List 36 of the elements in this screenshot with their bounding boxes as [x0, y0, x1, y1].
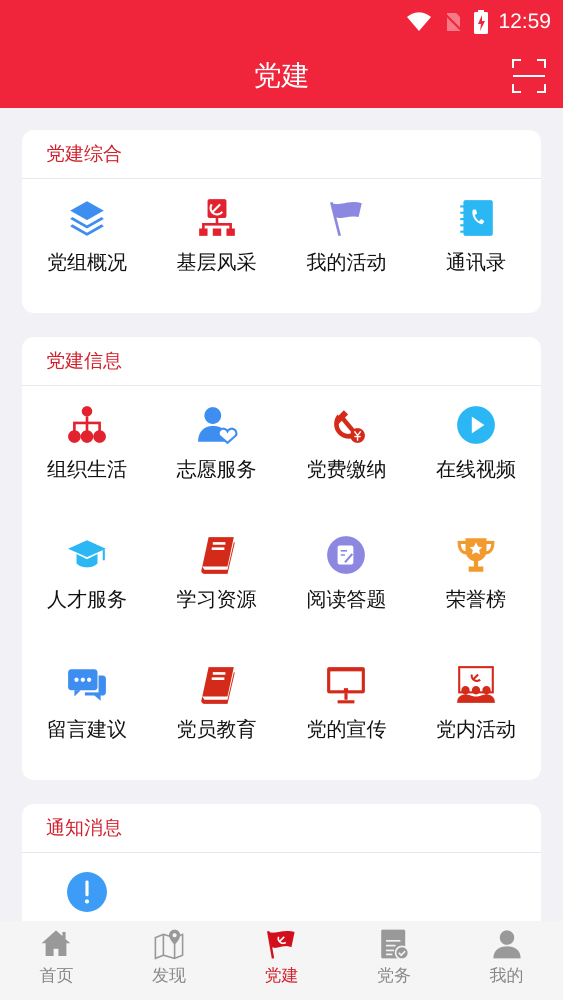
alert-icon [66, 871, 108, 913]
menu-item-label[interactable]: 通讯录 [446, 249, 506, 276]
battery-icon [474, 10, 488, 34]
section-title: 通知消息 [46, 816, 122, 841]
document-check-icon [378, 928, 410, 960]
status-time: 12:59 [498, 10, 551, 34]
page-title: 党建 [254, 58, 310, 94]
hierarchy-icon [66, 404, 108, 446]
menu-item-label[interactable]: 基层风采 [176, 249, 257, 276]
meeting-icon [455, 664, 498, 706]
menu-item-label[interactable]: 志愿服务 [176, 456, 257, 483]
wifi-icon [406, 12, 432, 32]
section-title: 党建信息 [46, 349, 122, 374]
menu-item-label[interactable]: 我的活动 [306, 249, 386, 276]
menu-item-label[interactable]: 党内活动 [436, 716, 516, 743]
menu-item-label[interactable]: 党费缴纳 [306, 456, 386, 483]
menu-item-label[interactable]: 阅读答题 [306, 586, 386, 613]
edit-icon [325, 534, 368, 576]
monitor-icon [325, 664, 368, 706]
menu-item-label[interactable]: 学习资源 [176, 586, 257, 613]
person-heart-icon [196, 404, 238, 446]
menu-item-label[interactable]: 党员教育 [176, 716, 257, 743]
play-icon [455, 404, 498, 446]
menu-item-label[interactable]: 党的宣传 [306, 716, 386, 743]
menu-item-label[interactable]: 党组概况 [46, 249, 127, 276]
scan-icon[interactable] [511, 58, 547, 94]
menu-item-label[interactable]: 在线视频 [436, 456, 516, 483]
menu-item-label[interactable]: 人才服务 [46, 586, 127, 613]
menu-item-label[interactable]: 组织生活 [46, 456, 127, 483]
nav-tab[interactable]: 党建 [225, 921, 338, 1000]
menu-item-label[interactable]: 荣誉榜 [446, 586, 506, 613]
map-icon [152, 928, 185, 960]
section-title: 党建综合 [46, 142, 122, 167]
menu-item-label[interactable]: 留言建议 [46, 716, 127, 743]
flag-icon [265, 928, 298, 960]
person-icon [490, 928, 523, 960]
